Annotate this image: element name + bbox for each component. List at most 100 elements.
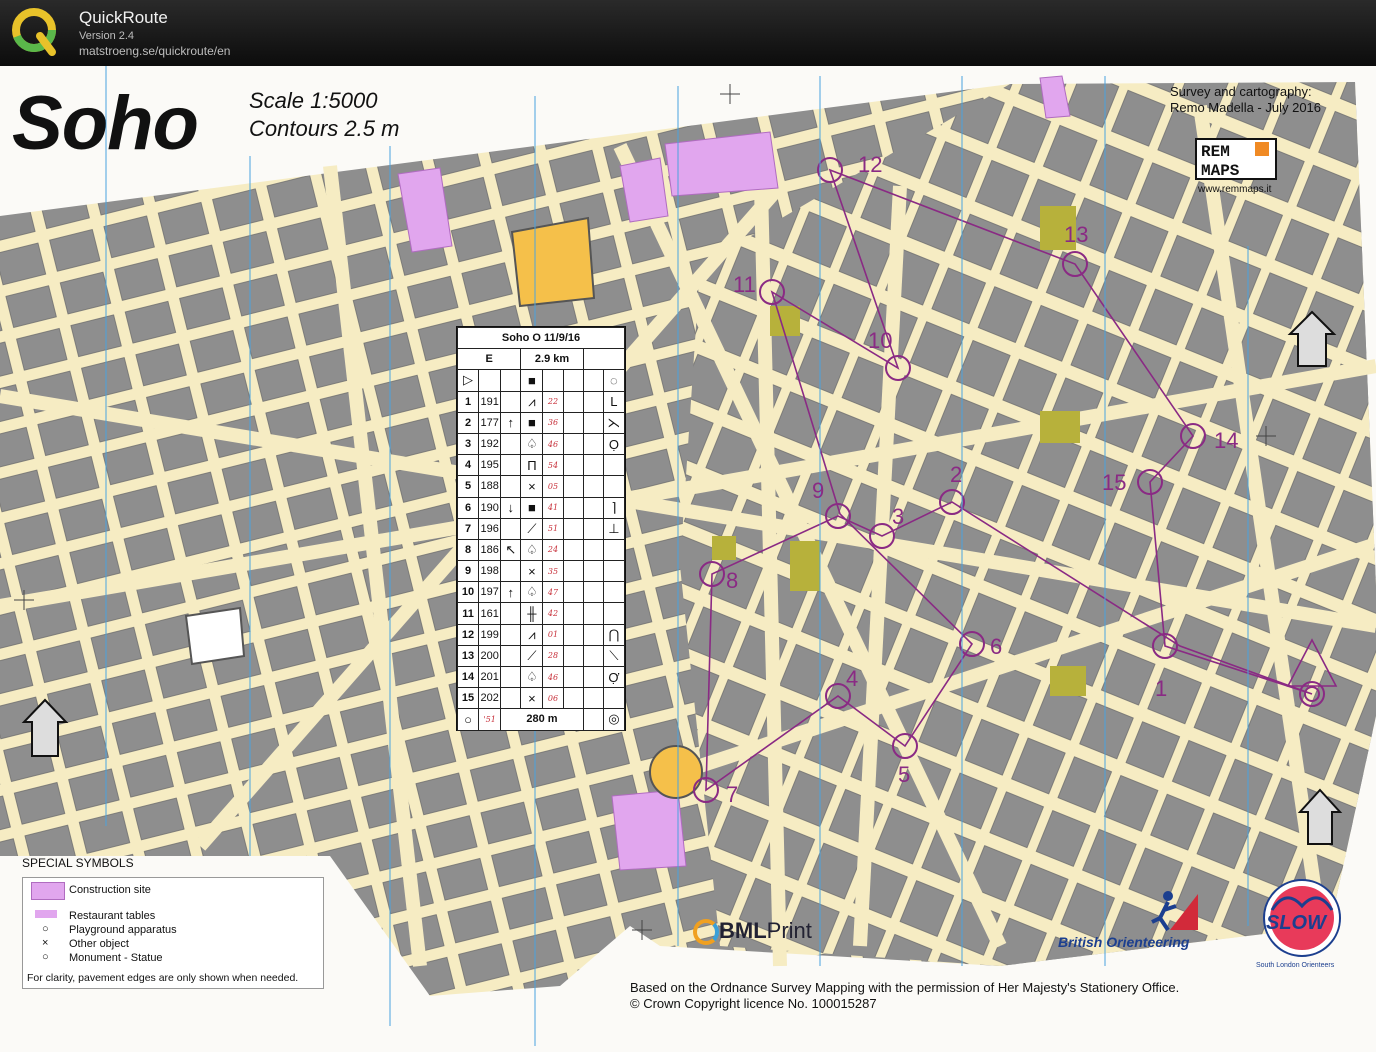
cd-location-icon: Ợ bbox=[602, 665, 626, 689]
legend-box: Construction site Restaurant tables ○ Pl… bbox=[22, 877, 324, 989]
app-name: QuickRoute bbox=[79, 8, 168, 27]
cd-which-icon bbox=[500, 390, 522, 413]
cd-code: 192 bbox=[478, 432, 502, 456]
cd-row: 12 199 ⩘ 01 ⋂ bbox=[456, 623, 626, 646]
cd-split-time: 35 bbox=[542, 560, 564, 583]
cd-row: 2 177 ↑ ■ 36 ⋋ bbox=[456, 411, 626, 434]
construction-swatch bbox=[31, 882, 65, 900]
cd-code: 196 bbox=[478, 517, 502, 540]
cd-dimension bbox=[582, 411, 604, 434]
cd-appearance bbox=[562, 432, 584, 456]
cd-split-time: 28 bbox=[542, 644, 564, 668]
cd-split-time: 22 bbox=[542, 390, 564, 413]
cd-which-icon bbox=[500, 602, 522, 625]
cd-number: 2 bbox=[456, 411, 480, 434]
golden-square bbox=[184, 606, 246, 666]
slow-subtitle: South London Orienteers bbox=[1256, 962, 1335, 969]
cd-feature-icon: × bbox=[520, 560, 544, 583]
cd-appearance bbox=[562, 581, 584, 604]
cd-code: 191 bbox=[478, 390, 502, 413]
copyright-notice: Based on the Ordnance Survey Mapping wit… bbox=[630, 980, 1179, 1012]
cd-number: 4 bbox=[456, 454, 480, 477]
orienteering-map[interactable]: 1 2 3 4 5 6 7 8 9 10 11 12 13 14 15 Soho… bbox=[0, 66, 1376, 1052]
start-location-icon: ◌ bbox=[602, 369, 626, 392]
cd-dimension bbox=[582, 475, 604, 498]
cd-feature-icon: ⟋ bbox=[520, 644, 544, 668]
cd-code: 186 bbox=[478, 538, 502, 562]
cd-location-icon bbox=[602, 687, 626, 710]
cd-feature-icon: × bbox=[520, 687, 544, 710]
cd-length: 2.9 km bbox=[520, 348, 584, 371]
cd-number: 12 bbox=[456, 623, 480, 646]
control-label-12: 12 bbox=[858, 152, 883, 177]
cd-location-icon bbox=[602, 581, 626, 604]
cd-finish-time: '51 bbox=[478, 708, 502, 731]
start-triangle-icon: ▷ bbox=[456, 369, 480, 392]
cd-row: 4 195 П 54 bbox=[456, 454, 626, 477]
bml-print-logo: BMLPrint bbox=[693, 918, 812, 946]
cd-number: 6 bbox=[456, 496, 480, 519]
control-label-3: 3 bbox=[892, 504, 905, 529]
cd-appearance bbox=[562, 411, 584, 434]
cd-location-icon: ⋂ bbox=[602, 623, 626, 646]
cd-appearance bbox=[562, 644, 584, 668]
svg-text:MAPS: MAPS bbox=[1201, 162, 1240, 180]
cd-feature-icon: ♤ bbox=[520, 665, 544, 689]
cd-location-icon: ⟍ bbox=[602, 644, 626, 668]
cd-which-icon bbox=[500, 644, 522, 668]
cd-event: Soho O bbox=[501, 332, 541, 345]
cd-number: 13 bbox=[456, 644, 480, 668]
cd-location-icon: Ọ bbox=[602, 432, 626, 456]
cd-row: 10 197 ↑ ♤ 47 bbox=[456, 581, 626, 604]
control-label-11: 11 bbox=[733, 272, 756, 297]
control-label-8: 8 bbox=[726, 568, 739, 593]
control-label-10: 10 bbox=[868, 328, 893, 353]
remmaps-url: www.remmaps.it bbox=[1198, 184, 1272, 195]
cd-location-icon: ⋋ bbox=[602, 411, 626, 434]
cd-code: 190 bbox=[478, 496, 502, 519]
control-description-sheet: Soho O 11/9/16 E 2.9 km ▷ ■ ◌ 1 191 ⩘ 22 L 2 1… bbox=[456, 326, 626, 731]
cd-number: 11 bbox=[456, 602, 480, 625]
cd-dimension bbox=[582, 538, 604, 562]
cd-split-time: 05 bbox=[542, 475, 564, 498]
cd-dimension bbox=[582, 560, 604, 583]
app-titlebar: QuickRoute Version 2.4 matstroeng.se/qui… bbox=[0, 0, 1376, 66]
cd-finish-row: ○ '51 280 m ◎ bbox=[456, 708, 626, 731]
app-url[interactable]: matstroeng.se/quickroute/en bbox=[79, 44, 230, 58]
cd-which-icon bbox=[500, 475, 522, 498]
control-label-1: 1 bbox=[1155, 676, 1168, 701]
survey-line-1: Survey and cartography: bbox=[1170, 84, 1312, 99]
cd-location-icon bbox=[602, 560, 626, 583]
cd-location-icon bbox=[602, 475, 626, 498]
control-label-15: 15 bbox=[1102, 470, 1127, 495]
cd-feature-icon: ■ bbox=[520, 411, 544, 434]
cd-location-icon bbox=[602, 454, 626, 477]
cd-feature-icon: × bbox=[520, 475, 544, 498]
control-label-14: 14 bbox=[1214, 428, 1239, 453]
control-label-5: 5 bbox=[898, 762, 911, 787]
legend-item-monument: Monument - Statue bbox=[69, 952, 163, 964]
cd-split-time: 51 bbox=[542, 517, 564, 540]
cd-which-icon bbox=[500, 687, 522, 710]
cd-row: 5 188 × 05 bbox=[456, 475, 626, 498]
cd-header: Soho O 11/9/16 bbox=[457, 326, 625, 350]
cd-row: 11 161 ╫ 42 bbox=[456, 602, 626, 625]
cd-appearance bbox=[562, 560, 584, 583]
cd-feature-icon: ⩘ bbox=[520, 390, 544, 413]
cd-number: 8 bbox=[456, 538, 480, 562]
cd-number: 5 bbox=[456, 475, 480, 498]
cd-location-icon: L bbox=[602, 390, 626, 413]
cd-code: 200 bbox=[478, 644, 502, 668]
cd-feature-icon: ╫ bbox=[520, 602, 544, 625]
legend-title: SPECIAL SYMBOLS bbox=[22, 856, 134, 870]
cd-which-icon bbox=[500, 517, 522, 540]
copyright-line-1: Based on the Ordnance Survey Mapping wit… bbox=[630, 980, 1180, 995]
cd-feature-icon: П bbox=[520, 454, 544, 477]
app-version: Version 2.4 bbox=[79, 30, 135, 42]
cd-dimension bbox=[582, 665, 604, 689]
map-title: Soho bbox=[12, 81, 199, 166]
playground-icon: ○ bbox=[42, 923, 49, 935]
cd-row: 9 198 × 35 bbox=[456, 560, 626, 583]
cd-which-icon bbox=[500, 665, 522, 689]
cd-row: 7 196 ⟋ 51 ⊥ bbox=[456, 517, 626, 540]
